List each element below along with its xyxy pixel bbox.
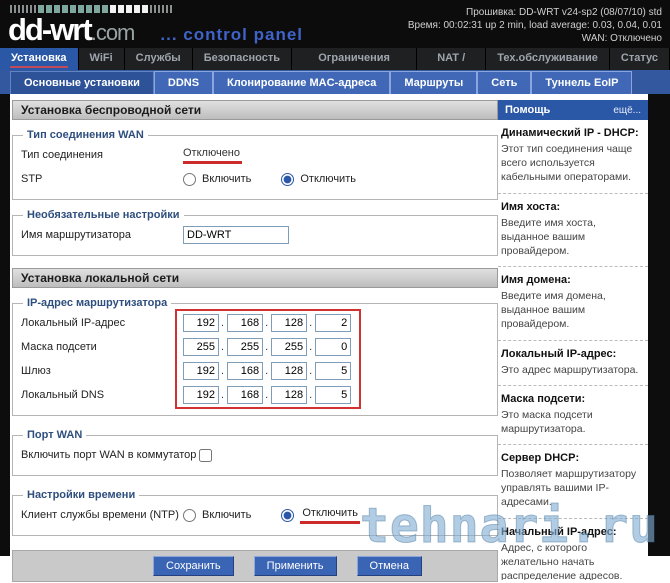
ntp-disable-radio[interactable] <box>281 508 295 522</box>
subnet-mask-octet-3[interactable] <box>271 338 308 356</box>
wan-connection-group: Тип соединения WAN Тип соединения Отключ… <box>12 129 498 200</box>
router-ip-group: IP-адрес маршрутизатора Локальный IP-адр… <box>12 297 498 416</box>
subtab-ddns[interactable]: DDNS <box>153 71 214 94</box>
help-panel: Помощь ещё... Динамический IP - DHCP: Эт… <box>498 100 648 580</box>
local-ip-octet-2[interactable] <box>227 314 264 332</box>
section-header-lan-setup: Установка локальной сети <box>12 268 498 288</box>
subnet-mask-octet-1[interactable] <box>183 338 219 356</box>
ntp-disable-label: Отключить <box>300 507 360 524</box>
settings-form: Установка беспроводной сети Тип соединен… <box>12 100 498 582</box>
help-topic-dhcp-server: Сервер DHCP: Позволяет маршрутизатору уп… <box>498 445 648 519</box>
time-settings-group: Настройки времени Клиент службы времени … <box>12 489 498 536</box>
subtab-mac-clone[interactable]: Клонирование MAC-адреса <box>213 71 391 94</box>
local-dns-octet-3[interactable] <box>271 386 308 404</box>
stp-label: STP <box>21 173 43 185</box>
header: dd-wrt.com ... control panel Прошивка: DD… <box>0 0 670 48</box>
ntp-enable-label: Включить <box>202 509 252 521</box>
help-topic-hostname: Имя хоста: Введите имя хоста, выданное в… <box>498 194 648 268</box>
gateway-octet-2[interactable] <box>227 362 264 380</box>
subnet-mask-octet-4[interactable] <box>315 338 352 356</box>
right-border <box>648 94 670 556</box>
subnet-mask-label: Маска подсети <box>21 341 97 353</box>
subtab-vlan[interactable]: Сеть <box>477 71 532 94</box>
help-topic-local-ip: Локальный IP-адрес: Это адрес маршрутиза… <box>498 341 648 386</box>
gateway-octet-4[interactable] <box>315 362 352 380</box>
help-topic-dhcp: Динамический IP - DHCP: Этот тип соедине… <box>498 120 648 194</box>
local-dns-octet-4[interactable] <box>315 386 352 404</box>
local-dns-octet-2[interactable] <box>227 386 264 404</box>
stp-enable-radio[interactable] <box>183 172 196 186</box>
tab-wifi[interactable]: WiFi <box>78 48 125 70</box>
main-tab-bar: Установка WiFi Службы Безопасность Огран… <box>0 48 670 84</box>
tab-access-restrictions[interactable]: Ограничения доступа <box>292 48 418 84</box>
sub-tab-bar: Основные установки DDNS Клонирование MAC… <box>0 70 670 94</box>
ntp-enable-radio[interactable] <box>183 508 196 522</box>
subtab-basic-setup[interactable]: Основные установки <box>10 71 154 94</box>
ntp-client-label: Клиент службы времени (NTP) <box>21 509 179 521</box>
tab-administration[interactable]: Тех.обслуживание <box>486 48 610 70</box>
tab-setup[interactable]: Установка <box>0 48 79 70</box>
local-ip-octet-1[interactable] <box>183 314 219 332</box>
local-ip-octet-3[interactable] <box>271 314 308 332</box>
optional-settings-legend: Необязательные настройки <box>27 209 180 221</box>
subtab-routing[interactable]: Маршруты <box>390 71 478 94</box>
wan-connection-legend: Тип соединения WAN <box>27 129 144 141</box>
left-border <box>0 94 10 556</box>
help-more-link[interactable]: ещё... <box>613 105 641 116</box>
logo-ddwrt: dd-wrt <box>8 12 93 47</box>
uptime-info: Время: 00:02:31 up 2 min, load average: … <box>407 20 662 31</box>
stp-disable-label: Отключить <box>300 173 356 185</box>
local-ip-label: Локальный IP-адрес <box>21 317 126 329</box>
active-tab-underline <box>10 66 68 68</box>
local-dns-octet-1[interactable] <box>183 386 219 404</box>
help-topic-domain: Имя домена: Введите имя домена, выданное… <box>498 267 648 341</box>
router-name-label: Имя маршрутизатора <box>21 229 131 241</box>
content-area: Установка беспроводной сети Тип соединен… <box>0 94 670 583</box>
gateway-octet-1[interactable] <box>183 362 219 380</box>
wan-status: WAN: Отключено <box>581 33 662 44</box>
logo-com-suffix: .com <box>90 20 136 45</box>
apply-button[interactable]: Применить <box>253 556 337 576</box>
footer-button-bar: Сохранить Применить Отмена <box>12 550 498 582</box>
gateway-label: Шлюз <box>21 365 51 377</box>
gateway-octet-3[interactable] <box>271 362 308 380</box>
stp-disable-radio[interactable] <box>281 172 295 186</box>
connection-type-label: Тип соединения <box>21 149 103 161</box>
subtab-eoip[interactable]: Туннель EoIP <box>531 71 633 94</box>
router-name-input[interactable] <box>183 226 289 244</box>
connection-type-value[interactable]: Отключено <box>183 147 242 164</box>
optional-settings-group: Необязательные настройки Имя маршрутизат… <box>12 209 498 256</box>
tab-security[interactable]: Безопасность <box>192 48 292 70</box>
help-topic-subnet-mask: Маска подсети: Это маска подсети маршрут… <box>498 386 648 446</box>
stp-enable-label: Включить <box>202 173 252 185</box>
tab-status[interactable]: Статус <box>609 48 670 70</box>
tab-nat-qos[interactable]: NAT / QoS <box>417 48 487 84</box>
subnet-mask-octet-2[interactable] <box>227 338 264 356</box>
wan-port-switch-checkbox[interactable] <box>199 448 212 462</box>
firmware-info: Прошивка: DD-WRT v24-sp2 (08/07/10) std <box>466 7 662 18</box>
wan-port-switch-label: Включить порт WAN в коммутатор <box>21 449 197 461</box>
tab-services[interactable]: Службы <box>124 48 193 70</box>
help-topic-start-ip: Начальный IP-адрес: Адрес, с которого же… <box>498 519 648 580</box>
local-ip-octet-4[interactable] <box>315 314 352 332</box>
time-settings-legend: Настройки времени <box>27 489 136 501</box>
router-ip-legend: IP-адрес маршрутизатора <box>27 297 168 309</box>
section-header-wan-setup: Установка беспроводной сети <box>12 100 498 120</box>
help-title: Помощь <box>505 104 551 116</box>
local-dns-label: Локальный DNS <box>21 389 105 401</box>
wan-port-group: Порт WAN Включить порт WAN в коммутатор <box>12 429 498 476</box>
logo-tagline: ... control panel <box>160 25 304 44</box>
wan-port-legend: Порт WAN <box>27 429 83 441</box>
save-button[interactable]: Сохранить <box>153 556 234 576</box>
cancel-button[interactable]: Отмена <box>356 556 422 576</box>
